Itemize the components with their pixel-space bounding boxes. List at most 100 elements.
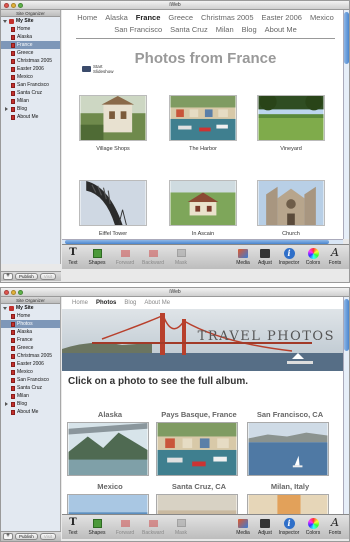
mask-button[interactable]: Mask xyxy=(170,247,192,266)
add-page-button[interactable]: + xyxy=(3,273,13,280)
sidebar-item-easter-2006[interactable]: Easter 2006 xyxy=(1,360,60,368)
site-item[interactable]: My Site xyxy=(1,17,60,25)
sidebar-item-mexico[interactable]: Mexico xyxy=(1,368,60,376)
nav-link-photos[interactable]: Photos xyxy=(96,300,116,306)
sidebar-item-san-francisco[interactable]: San Francisco xyxy=(1,81,60,89)
sidebar-item-alaska[interactable]: Alaska xyxy=(1,33,60,41)
forward-button[interactable]: Forward xyxy=(114,517,136,536)
nav-link-blog[interactable]: Blog xyxy=(242,25,257,34)
media-button[interactable]: Media xyxy=(232,247,254,266)
sidebar-item-christmas-2005[interactable]: Christmas 2005 xyxy=(1,352,60,360)
start-slideshow-button[interactable]: Start Slideshow xyxy=(82,64,114,74)
nav-link-home[interactable]: Home xyxy=(72,300,88,306)
publish-button[interactable]: Publish xyxy=(15,273,38,280)
adjust-button[interactable]: Adjust xyxy=(254,247,276,266)
colors-button[interactable]: Colors xyxy=(302,247,324,266)
nav-link-milan[interactable]: Milan xyxy=(216,25,234,34)
nav-link-mexico[interactable]: Mexico xyxy=(310,13,334,22)
adjust-button[interactable]: Adjust xyxy=(254,517,276,536)
disclosure-open-icon[interactable] xyxy=(3,19,7,23)
vertical-scrollbar[interactable] xyxy=(343,10,349,239)
nav-link-alaska[interactable]: Alaska xyxy=(105,13,128,22)
nav-link-about-me[interactable]: About Me xyxy=(144,300,170,306)
backward-button[interactable]: Backward xyxy=(142,517,164,536)
publish-button[interactable]: Publish xyxy=(15,533,38,540)
sidebar-item-label: About Me xyxy=(17,114,39,120)
sidebar-item-home[interactable]: Home xyxy=(1,312,60,320)
album-santa-cruz-ca[interactable]: Santa Cruz, CA xyxy=(156,482,242,514)
album-pays-basque-france[interactable]: Pays Basque, France xyxy=(156,410,242,478)
disclosure-closed-icon[interactable] xyxy=(5,107,8,111)
vertical-scrollbar[interactable] xyxy=(343,297,349,514)
photo-village-shops[interactable]: Village Shops xyxy=(78,95,148,152)
nav-link-christmas-2005[interactable]: Christmas 2005 xyxy=(201,13,254,22)
banner-title[interactable]: TRAVEL PHOTOS xyxy=(198,329,335,344)
album-mexico[interactable]: Mexico xyxy=(67,482,153,514)
page-icon xyxy=(11,345,15,351)
sidebar-item-christmas-2005[interactable]: Christmas 2005 xyxy=(1,57,60,65)
photo-vineyard[interactable]: Vineyard xyxy=(256,93,326,152)
text-button[interactable]: T Text xyxy=(62,247,84,266)
nav-link-greece[interactable]: Greece xyxy=(168,13,193,22)
sidebar-item-easter-2006[interactable]: Easter 2006 xyxy=(1,65,60,73)
mask-button[interactable]: Mask xyxy=(170,517,192,536)
sidebar-item-santa-cruz[interactable]: Santa Cruz xyxy=(1,384,60,392)
add-page-button[interactable]: + xyxy=(3,533,13,540)
photo-in-ascain[interactable]: In Ascain xyxy=(168,180,238,237)
sidebar-item-about-me[interactable]: About Me xyxy=(1,408,60,416)
sidebar-item-blog[interactable]: Blog xyxy=(1,105,60,113)
disclosure-open-icon[interactable] xyxy=(3,306,7,310)
media-button[interactable]: Media xyxy=(232,517,254,536)
inspector-button[interactable]: i Inspector xyxy=(278,517,300,536)
fonts-button[interactable]: A Fonts xyxy=(324,517,346,537)
scroll-thumb[interactable] xyxy=(344,12,349,64)
shapes-button[interactable]: Shapes xyxy=(86,517,108,536)
nav-link-about-me[interactable]: About Me xyxy=(265,25,297,34)
photo-eiffel-tower[interactable]: Eiffel Tower xyxy=(78,180,148,237)
album-instructions[interactable]: Click on a photo to see the full album. xyxy=(68,376,248,387)
album-alaska[interactable]: Alaska xyxy=(67,410,153,478)
fonts-label: Fonts xyxy=(328,530,342,536)
colors-button[interactable]: Colors xyxy=(302,517,324,536)
sidebar-item-label: San Francisco xyxy=(17,82,49,88)
page-icon xyxy=(11,98,15,104)
nav-link-home[interactable]: Home xyxy=(77,13,97,22)
nav-link-san-francisco[interactable]: San Francisco xyxy=(114,25,162,34)
inspector-button[interactable]: i Inspector xyxy=(278,247,300,266)
album-milan-italy[interactable]: Milan, Italy xyxy=(247,482,333,514)
text-button[interactable]: T Text xyxy=(62,517,84,536)
nav-link-santa-cruz[interactable]: Santa Cruz xyxy=(170,25,208,34)
sidebar-item-photos[interactable]: Photos xyxy=(1,320,60,328)
fonts-button[interactable]: A Fonts xyxy=(324,247,346,267)
shapes-button[interactable]: Shapes xyxy=(86,247,108,266)
sidebar-item-blog[interactable]: Blog xyxy=(1,400,60,408)
sidebar-item-alaska[interactable]: Alaska xyxy=(1,328,60,336)
sidebar-item-santa-cruz[interactable]: Santa Cruz xyxy=(1,89,60,97)
nav-link-blog[interactable]: Blog xyxy=(124,300,136,306)
mask-icon xyxy=(175,517,187,529)
sidebar-item-greece[interactable]: Greece xyxy=(1,49,60,57)
photo-church[interactable]: Church xyxy=(256,180,326,237)
photo-the-harbor[interactable]: The Harbor xyxy=(168,95,238,152)
sidebar-item-home[interactable]: Home xyxy=(1,25,60,33)
site-item[interactable]: My Site xyxy=(1,304,60,312)
shapes-label: Shapes xyxy=(88,530,106,536)
visit-button[interactable]: Visit xyxy=(39,273,57,280)
backward-button[interactable]: Backward xyxy=(142,247,164,266)
scroll-thumb[interactable] xyxy=(344,299,349,351)
adjust-label: Adjust xyxy=(258,530,272,536)
disclosure-closed-icon[interactable] xyxy=(5,402,8,406)
nav-link-france[interactable]: France xyxy=(136,13,161,22)
sidebar-item-greece[interactable]: Greece xyxy=(1,344,60,352)
sidebar-item-france[interactable]: France xyxy=(1,41,60,49)
sidebar-item-milan[interactable]: Milan xyxy=(1,97,60,105)
sidebar-item-san-francisco[interactable]: San Francisco xyxy=(1,376,60,384)
sidebar-item-milan[interactable]: Milan xyxy=(1,392,60,400)
sidebar-item-mexico[interactable]: Mexico xyxy=(1,73,60,81)
sidebar-item-about-me[interactable]: About Me xyxy=(1,113,60,121)
sidebar-item-france[interactable]: France xyxy=(1,336,60,344)
visit-button[interactable]: Visit xyxy=(39,533,57,540)
nav-link-easter-2006[interactable]: Easter 2006 xyxy=(262,13,302,22)
forward-button[interactable]: Forward xyxy=(114,247,136,266)
album-san-francisco-ca[interactable]: San Francisco, CA xyxy=(247,410,333,478)
